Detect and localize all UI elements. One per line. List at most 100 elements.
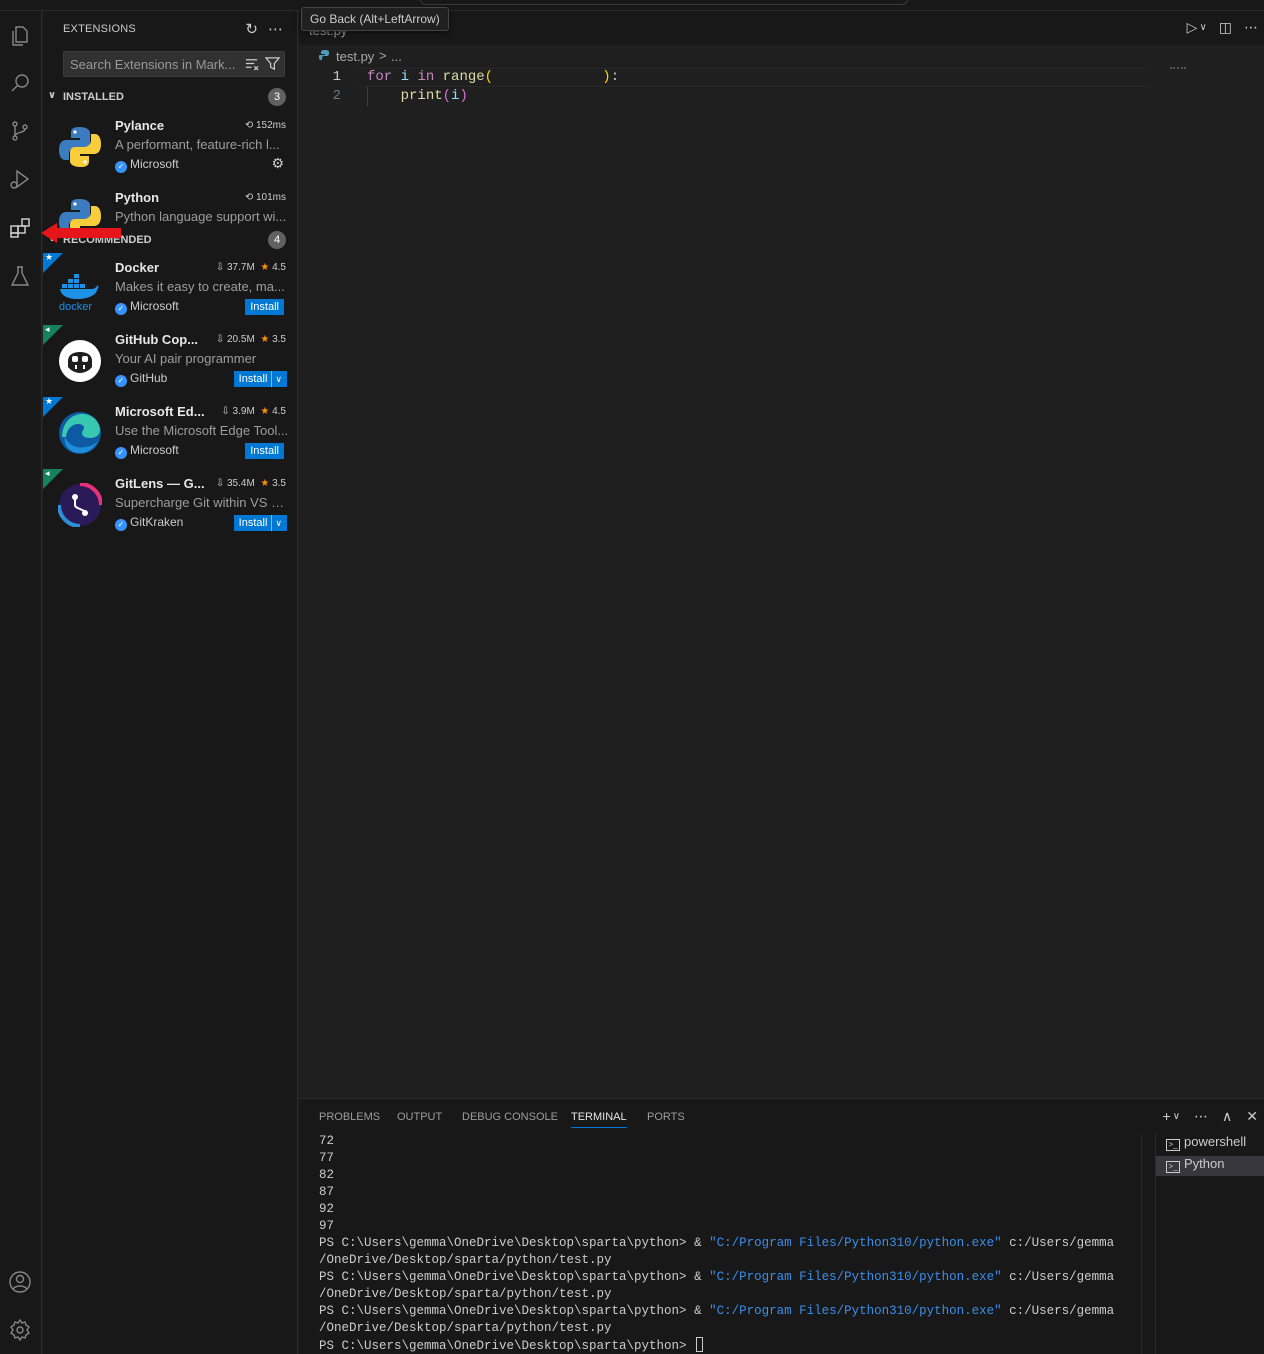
extension-item-github-copilot[interactable]: ◂ GitHub Cop... ⇩ 20.5M ★ 3.5 Your AI pa… <box>43 324 298 397</box>
clear-filter-icon[interactable] <box>244 56 259 71</box>
install-button[interactable]: Install ∨ <box>233 371 287 387</box>
extension-item-microsoft-edge-tools[interactable]: ★ Microsoft Ed... ⇩ 3.9M ★ 4.5 Use the M… <box>43 396 298 469</box>
breadcrumb: test.py > ... <box>299 45 1264 67</box>
new-terminal-icon[interactable]: + <box>1163 1108 1171 1125</box>
terminal-name: powershell <box>1184 1134 1247 1149</box>
rating-value: 3.5 <box>272 478 286 489</box>
tab-ports[interactable]: PORTS <box>647 1111 685 1123</box>
breadcrumb-symbols[interactable]: ... <box>391 49 402 64</box>
verified-badge-icon: ✓ <box>115 161 127 173</box>
explorer-icon[interactable] <box>5 21 35 51</box>
search-icon[interactable] <box>5 68 35 98</box>
annotation-arrow-icon <box>41 223 121 243</box>
github-copilot-logo-icon <box>59 340 101 382</box>
extension-item-pylance[interactable]: Pylance ⟲ 152ms A performant, feature-ri… <box>43 111 298 183</box>
command-center[interactable] <box>420 0 908 5</box>
more-actions-icon[interactable]: ⋯ <box>1244 19 1258 36</box>
source-control-icon[interactable] <box>5 116 35 146</box>
download-count: 3.9M <box>232 406 255 417</box>
terminal-command-line: PS C:\Users\gemma\OneDrive\Desktop\spart… <box>319 1303 1114 1320</box>
extensions-search-input[interactable]: Search Extensions in Mark... <box>63 51 285 77</box>
download-icon: ⇩ <box>215 478 225 489</box>
extensions-sidebar: EXTENSIONS ↻ ⋯ Search Extensions in Mark… <box>43 11 298 1354</box>
split-editor-icon[interactable]: ◫ <box>1219 19 1232 36</box>
code-line-2[interactable]: print(i) <box>367 88 468 104</box>
installed-label: INSTALLED <box>63 91 124 103</box>
terminal-name: Python <box>1184 1156 1225 1171</box>
breadcrumb-separator: > <box>379 48 387 63</box>
svg-text:docker: docker <box>59 301 92 311</box>
rating-value: 4.5 <box>272 406 286 417</box>
activation-time: ⟲ 152ms <box>245 120 286 131</box>
terminal-output[interactable]: 72 77 82 87 92 97 PS C:\Users\gemma\OneD… <box>319 1133 1139 1354</box>
settings-gear-icon[interactable] <box>5 1315 35 1345</box>
tab-terminal[interactable]: TERMINAL <box>571 1111 627 1128</box>
microsoft-edge-logo-icon <box>59 412 101 454</box>
testing-icon[interactable] <box>5 261 35 291</box>
manage-gear-icon[interactable]: ⚙ <box>271 155 284 172</box>
chevron-down-icon[interactable]: ∨ <box>271 371 282 387</box>
chevron-down-icon: ∨ <box>48 90 57 101</box>
verified-badge-icon: ✓ <box>115 447 127 459</box>
install-button[interactable]: Install ∨ <box>233 515 287 531</box>
terminal-line: /OneDrive/Desktop/sparta/python/test.py <box>319 1321 612 1335</box>
chevron-down-icon[interactable]: ∨ <box>1173 1111 1180 1125</box>
installed-section-header[interactable]: ∨ INSTALLED 3 <box>43 87 298 109</box>
go-back-tooltip: Go Back (Alt+LeftArrow) <box>301 7 449 31</box>
terminal-scrollbar[interactable] <box>1141 1134 1155 1354</box>
chevron-down-icon[interactable]: ∨ <box>271 515 282 531</box>
install-button[interactable]: Install <box>245 443 284 459</box>
line-number: 2 <box>332 88 341 104</box>
chevron-down-icon[interactable]: ∨ <box>1199 22 1206 36</box>
terminal-amp: & <box>694 1270 710 1284</box>
publisher-name: Microsoft <box>130 157 179 171</box>
more-actions-icon[interactable]: ⋯ <box>1194 1108 1208 1125</box>
function-range: range <box>434 69 485 85</box>
verified-badge-icon: ✓ <box>115 303 127 315</box>
line-number: 1 <box>332 69 341 85</box>
extension-stats: ⇩ 20.5M ★ 3.5 <box>216 334 286 345</box>
terminal-item-python[interactable]: >_ Python <box>1156 1156 1264 1176</box>
activation-time: ⟲ 101ms <box>245 192 286 203</box>
close-panel-icon[interactable]: ✕ <box>1246 1108 1258 1125</box>
more-actions-icon[interactable]: ⋯ <box>268 20 283 38</box>
terminal-exe-path: "C:/Program Files/Python310/python.exe" <box>709 1304 1002 1318</box>
publisher-name: Microsoft <box>130 443 179 457</box>
history-icon: ⟲ <box>244 120 254 131</box>
extension-publisher: ✓ GitHub <box>115 371 167 387</box>
verified-badge-icon: ✓ <box>115 375 127 387</box>
tab-debug-console[interactable]: DEBUG CONSOLE <box>462 1111 558 1123</box>
install-label: Install <box>250 301 279 313</box>
download-icon: ⇩ <box>221 406 230 417</box>
code-editor[interactable]: 1 for i in range( ): 2 print(i) <box>299 67 1264 1097</box>
close-paren: ) <box>602 69 611 85</box>
install-button[interactable]: Install <box>245 299 284 315</box>
breadcrumb-file[interactable]: test.py <box>336 49 374 64</box>
open-paren: ( <box>442 88 452 104</box>
install-label: Install <box>250 445 279 457</box>
maximize-panel-icon[interactable]: ∧ <box>1222 1108 1232 1125</box>
extension-item-gitlens[interactable]: ◂ GitLens — G... ⇩ 35.4M ★ 3.5 Superchar… <box>43 468 298 541</box>
download-count: 20.5M <box>226 334 255 345</box>
terminal-prompt: PS C:\Users\gemma\OneDrive\Desktop\spart… <box>319 1236 695 1250</box>
sidebar-title: EXTENSIONS <box>63 23 136 35</box>
code-line-1[interactable]: for i in range( ): <box>367 69 619 85</box>
download-count: 35.4M <box>226 478 255 489</box>
terminal-prompt: PS C:\Users\gemma\OneDrive\Desktop\spart… <box>319 1304 695 1318</box>
tab-problems[interactable]: PROBLEMS <box>319 1111 380 1123</box>
tab-output[interactable]: OUTPUT <box>397 1111 442 1123</box>
run-python-file-icon[interactable]: ▷ <box>1187 19 1198 36</box>
run-debug-icon[interactable] <box>5 164 35 194</box>
terminal-item-powershell[interactable]: >_ powershell <box>1156 1134 1264 1154</box>
filter-icon[interactable] <box>265 56 280 71</box>
extensions-icon[interactable] <box>5 213 35 243</box>
terminal-arg: c:/Users/gemma <box>1001 1236 1115 1250</box>
extension-item-docker[interactable]: ★ docker Docker ⇩ 37.7M ★ 4.5 Makes it e… <box>43 252 298 325</box>
extension-publisher: ✓ Microsoft <box>115 443 179 459</box>
account-icon[interactable] <box>5 1267 35 1297</box>
refresh-icon[interactable]: ↻ <box>245 20 258 38</box>
extension-publisher: ✓ GitKraken <box>115 515 183 531</box>
activation-time-value: 101ms <box>255 192 286 203</box>
minimap[interactable] <box>1170 67 1186 71</box>
